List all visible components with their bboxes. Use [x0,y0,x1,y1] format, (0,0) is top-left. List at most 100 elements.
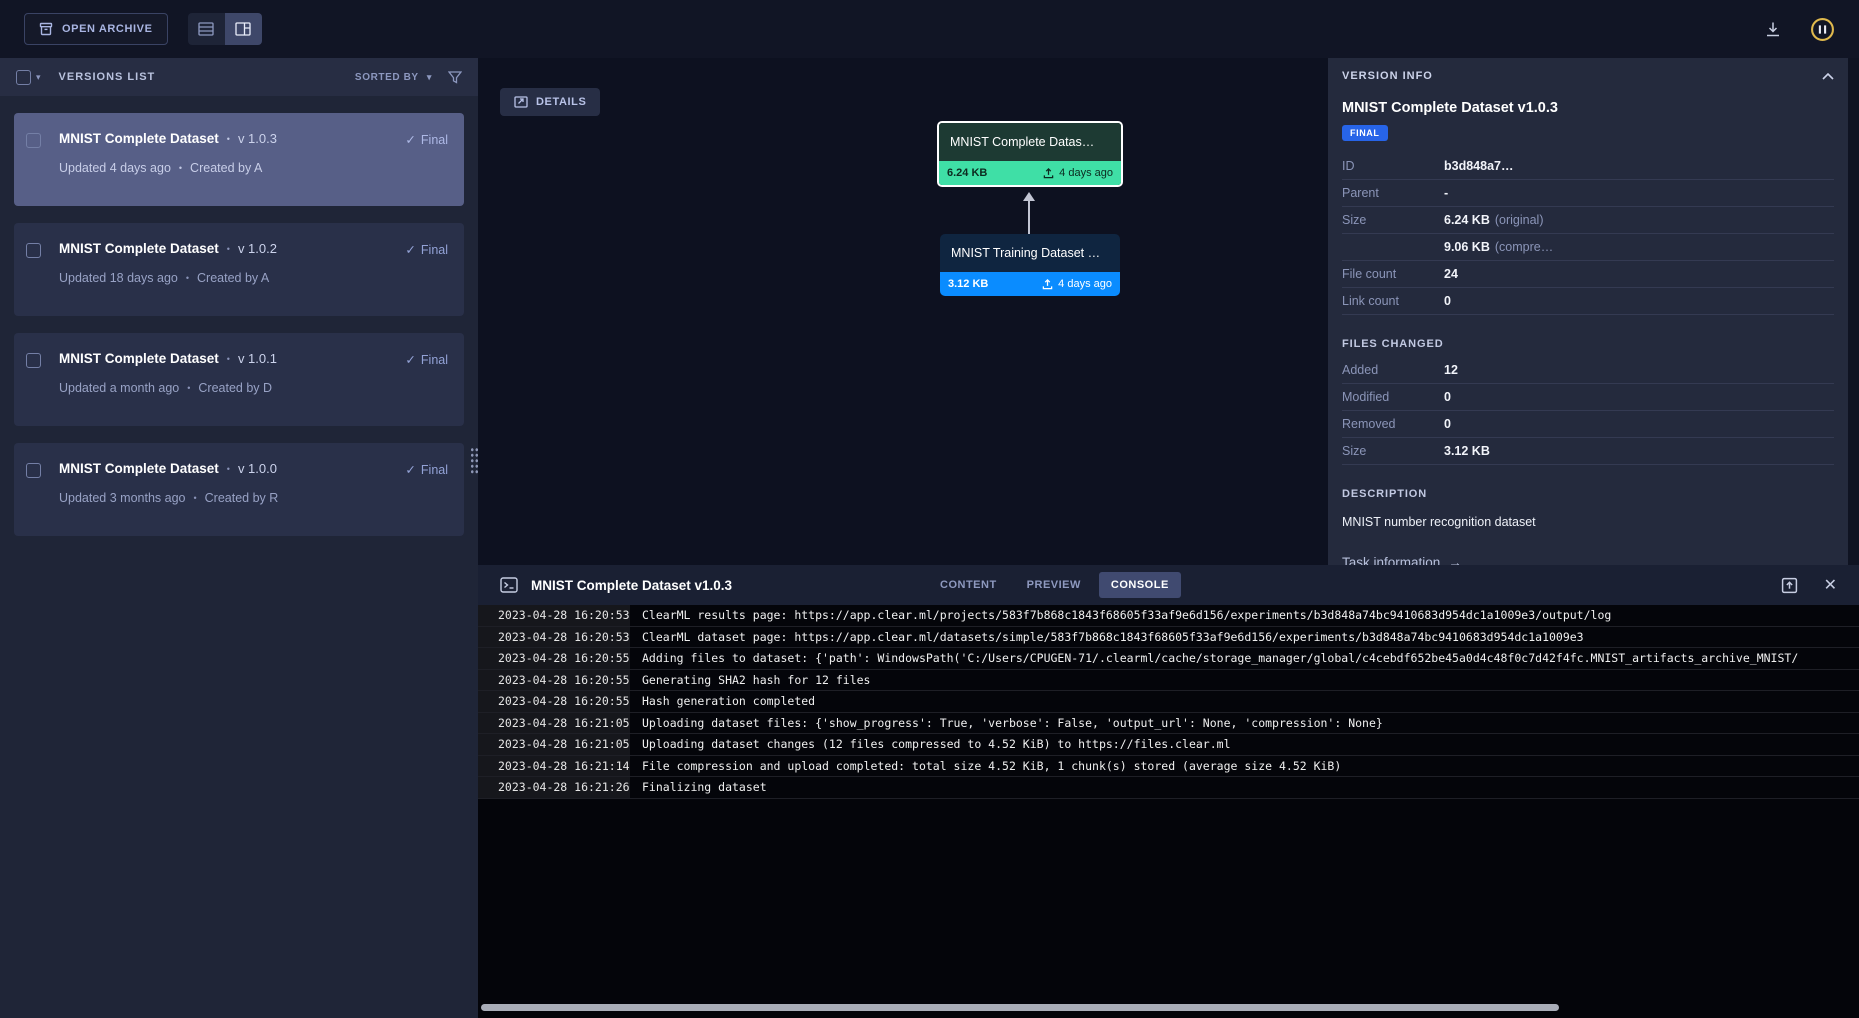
version-created: Created by R [205,491,279,505]
filter-icon[interactable] [448,71,462,84]
files-changed-header: FILES CHANGED [1342,331,1834,357]
field-label: Removed [1342,417,1444,431]
split-view-button[interactable] [225,13,262,45]
log-row: 2023-04-28 16:20:53 ClearML results page… [478,605,1859,627]
version-checkbox[interactable] [26,353,41,368]
version-number: v 1.0.3 [238,131,277,146]
versions-list-title: VERSIONS LIST [59,71,156,83]
node-size: 6.24 KB [947,167,987,179]
version-fields: ID b3d848a7… Parent - Size 6.24 KB (orig… [1342,153,1834,315]
select-all-checkbox[interactable] [16,70,31,85]
dot-separator: • [227,244,230,254]
collapse-panel-button[interactable] [1822,73,1834,80]
version-card-1-0-3[interactable]: MNIST Complete Dataset • v 1.0.3 Updated… [14,113,464,206]
versions-list: MNIST Complete Dataset • v 1.0.3 Updated… [0,96,478,570]
top-bar: OPEN ARCHIVE [0,0,1859,58]
check-icon: ✓ [405,132,415,147]
field-id: ID b3d848a7… [1342,153,1834,180]
top-bar-actions [1764,17,1835,42]
log-timestamp: 2023-04-28 16:20:53 [478,627,630,648]
version-updated: Updated a month ago [59,381,179,395]
version-info-panel: VERSION INFO MNIST Complete Dataset v1.0… [1328,58,1848,565]
sorted-by-dropdown[interactable]: SORTED BY ▾ [355,72,432,83]
log-row: 2023-04-28 16:20:55 Adding files to data… [478,648,1859,670]
dataset-title: MNIST Complete Dataset v1.0.3 [1342,100,1834,116]
chevron-up-icon [1822,73,1834,80]
console-tabs: CONTENT PREVIEW CONSOLE [928,572,1181,598]
version-number: v 1.0.2 [238,241,277,256]
field-link-count: Link count 0 [1342,288,1834,315]
download-button[interactable] [1764,20,1782,38]
field-label: Size [1342,213,1444,227]
version-created: Created by D [198,381,272,395]
close-icon: ✕ [1824,575,1837,595]
version-card-1-0-0[interactable]: MNIST Complete Dataset • v 1.0.0 Updated… [14,443,464,536]
status-label: Final [421,133,448,147]
open-archive-button[interactable]: OPEN ARCHIVE [24,13,168,45]
field-size-compressed: 9.06 KB (compre… [1342,234,1834,261]
field-modified: Modified 0 [1342,384,1834,411]
log-timestamp: 2023-04-28 16:21:05 [478,734,630,755]
log-row: 2023-04-28 16:21:05 Uploading dataset ch… [478,734,1859,756]
console-actions: ✕ [1781,575,1837,595]
details-button[interactable]: DETAILS [500,88,600,116]
field-value: b3d848a7… [1444,159,1513,173]
log-message: File compression and upload completed: t… [630,756,1859,777]
versions-sidebar: ▾ VERSIONS LIST SORTED BY ▾ MNIST Comple… [0,58,478,1018]
field-changed-size: Size 3.12 KB [1342,438,1834,465]
check-icon: ✓ [405,352,415,367]
status-badge: ✓ Final [405,352,448,367]
pause-circle-icon [1810,17,1835,42]
expand-panel-button[interactable] [1781,577,1798,594]
field-label: Parent [1342,186,1444,200]
dot-separator: • [227,134,230,144]
log-timestamp: 2023-04-28 16:20:55 [478,670,630,691]
status-label: Final [421,463,448,477]
horizontal-scrollbar[interactable] [481,1004,1559,1011]
console-header: MNIST Complete Dataset v1.0.3 CONTENT PR… [478,565,1859,605]
files-changed-rows: Added 12 Modified 0 Removed 0 Size 3.12 … [1342,357,1834,465]
dot-separator: • [187,383,190,393]
list-view-button[interactable] [188,13,225,45]
version-card-1-0-2[interactable]: MNIST Complete Dataset • v 1.0.2 Updated… [14,223,464,316]
split-view-icon [235,22,251,36]
upload-icon [1043,168,1054,179]
version-checkbox[interactable] [26,243,41,258]
log-row: 2023-04-28 16:20:53 ClearML dataset page… [478,627,1859,649]
download-icon [1764,20,1782,38]
terminal-icon [500,577,518,593]
version-created: Created by A [190,161,262,175]
workers-queues-button[interactable] [1810,17,1835,42]
tab-console[interactable]: CONSOLE [1099,572,1181,598]
version-card-1-0-1[interactable]: MNIST Complete Dataset • v 1.0.1 Updated… [14,333,464,426]
version-info-title: VERSION INFO [1342,70,1433,82]
version-name: MNIST Complete Dataset [59,131,219,146]
status-badge: ✓ Final [405,462,448,477]
tab-preview[interactable]: PREVIEW [1015,572,1093,598]
sorted-by-caret-icon: ▾ [427,72,432,82]
console-panel: MNIST Complete Dataset v1.0.3 CONTENT PR… [478,565,1859,1018]
select-all-caret-icon[interactable]: ▾ [36,72,41,83]
log-row: 2023-04-28 16:21:14 File compression and… [478,756,1859,778]
node-label: MNIST Training Dataset … [951,246,1100,260]
log-timestamp: 2023-04-28 16:21:05 [478,713,630,734]
final-badge: FINAL [1342,125,1388,141]
version-checkbox[interactable] [26,463,41,478]
log-row: 2023-04-28 16:20:55 Generating SHA2 hash… [478,670,1859,692]
log-message: Hash generation completed [630,691,1859,712]
archive-icon [39,22,53,36]
console-log: 2023-04-28 16:20:53 ClearML results page… [478,605,1859,799]
dataset-node-complete[interactable]: MNIST Complete Datas… 6.24 KB 4 days ago [937,121,1123,187]
version-number: v 1.0.1 [238,351,277,366]
task-information-link[interactable]: Task information → [1342,555,1834,565]
version-checkbox[interactable] [26,133,41,148]
field-note: (compre… [1495,240,1553,254]
close-console-button[interactable]: ✕ [1824,575,1837,595]
dataset-node-training[interactable]: MNIST Training Dataset … 3.12 KB 4 days … [940,234,1120,296]
log-message: Uploading dataset changes (12 files comp… [630,734,1859,755]
field-value: 12 [1444,363,1458,377]
field-value: 0 [1444,294,1451,308]
log-message: Generating SHA2 hash for 12 files [630,670,1859,691]
tab-content[interactable]: CONTENT [928,572,1009,598]
node-size: 3.12 KB [948,278,988,290]
